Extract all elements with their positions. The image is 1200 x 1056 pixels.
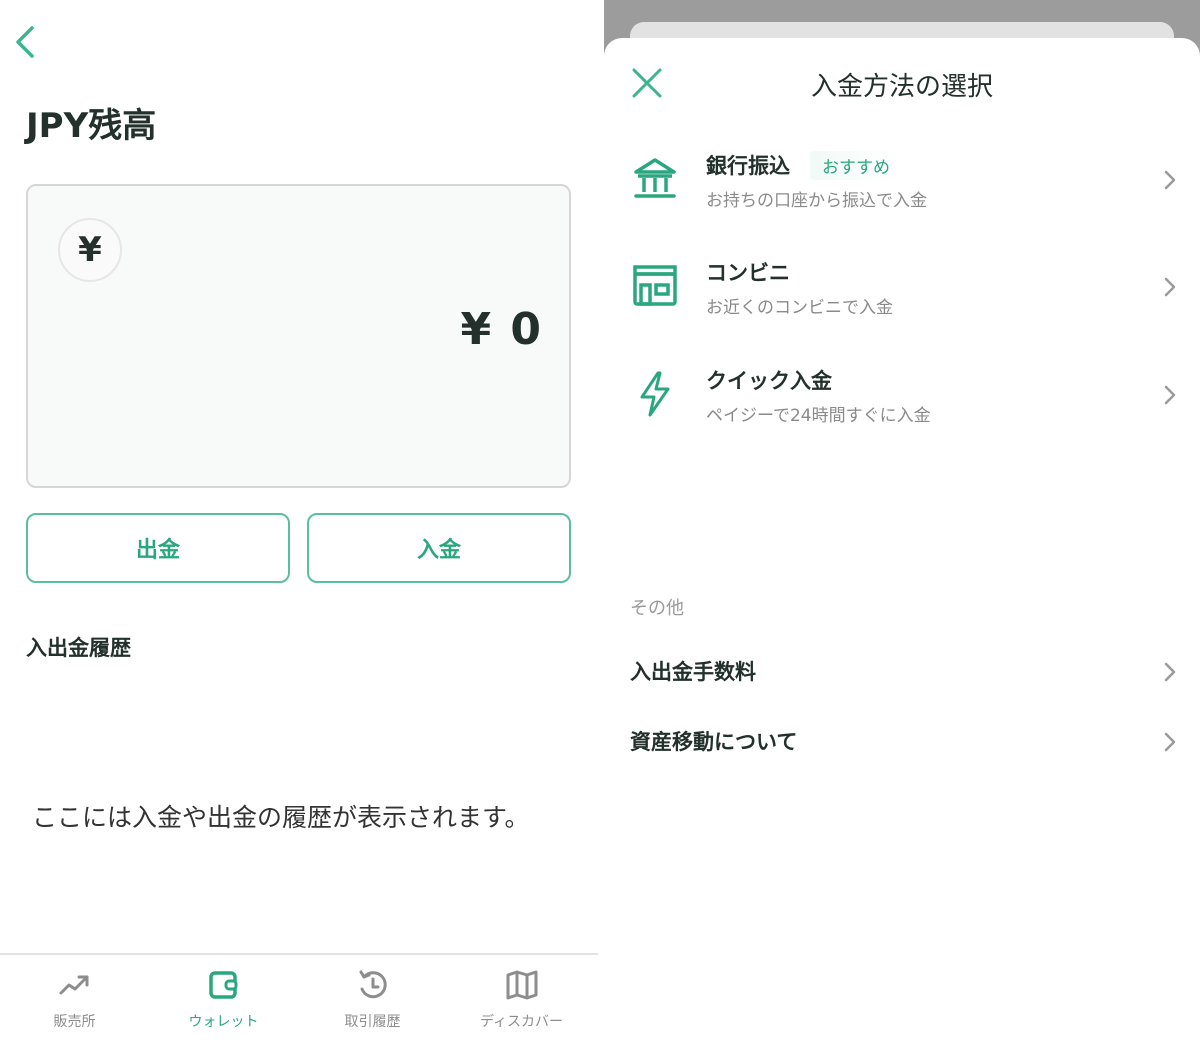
deposit-button[interactable]: 入金 xyxy=(307,513,571,583)
chevron-right-icon xyxy=(1164,662,1176,682)
method-name: 銀行振込 xyxy=(706,154,790,178)
link-asset-transfer[interactable]: 資産移動について xyxy=(604,716,1200,766)
history-icon xyxy=(359,970,387,999)
chevron-left-icon xyxy=(16,26,34,58)
chevron-right-icon xyxy=(1164,732,1176,752)
method-quick-deposit[interactable]: クイック入金 ペイジーで24時間すぐに入金 xyxy=(604,353,1200,439)
method-name: クイック入金 xyxy=(706,369,832,393)
tab-wallet[interactable]: ウォレット xyxy=(149,955,298,1056)
link-label: 資産移動について xyxy=(630,730,798,754)
page-title: JPY残高 xyxy=(26,106,157,146)
bottom-tabbar: 販売所 ウォレット 取引履歴 ディスカバー xyxy=(0,955,598,1056)
deposit-method-sheet: 入金方法の選択 銀行振込 おすすめ お持ちの口座から振込で入金 コンビニ お近くの… xyxy=(604,38,1200,1056)
other-section-label: その他 xyxy=(630,598,684,619)
tab-label: ウォレット xyxy=(188,1014,259,1030)
wallet-screen: JPY残高 ¥ ¥ 0 出金 入金 入出金履歴 ここには入金や出金の履歴が表示さ… xyxy=(0,0,598,1056)
tab-history[interactable]: 取引履歴 xyxy=(298,955,447,1056)
bank-icon xyxy=(634,158,676,198)
yen-coin-icon: ¥ xyxy=(58,218,122,282)
tab-label: 取引履歴 xyxy=(344,1014,401,1030)
lightning-icon xyxy=(640,371,670,417)
balance-amount: ¥ 0 xyxy=(460,304,543,355)
method-name: コンビニ xyxy=(706,261,790,285)
link-label: 入出金手数料 xyxy=(630,660,756,684)
tab-label: 販売所 xyxy=(53,1014,96,1030)
method-description: お持ちの口座から振込で入金 xyxy=(706,191,927,211)
method-description: ペイジーで24時間すぐに入金 xyxy=(706,406,931,426)
map-icon xyxy=(506,970,537,1000)
chevron-right-icon xyxy=(1164,385,1176,405)
deposit-method-screen: 入金方法の選択 銀行振込 おすすめ お持ちの口座から振込で入金 コンビニ お近くの… xyxy=(604,0,1200,1056)
history-title: 入出金履歴 xyxy=(26,636,131,660)
coin-symbol: ¥ xyxy=(78,230,102,270)
sheet-title: 入金方法の選択 xyxy=(810,72,993,102)
tab-label: ディスカバー xyxy=(479,1014,564,1030)
wallet-icon xyxy=(208,971,237,999)
recommended-badge: おすすめ xyxy=(810,151,902,180)
history-empty-message: ここには入金や出金の履歴が表示されます。 xyxy=(32,803,530,832)
method-convenience-store[interactable]: コンビニ お近くのコンビニで入金 xyxy=(604,245,1200,331)
tab-sales[interactable]: 販売所 xyxy=(0,955,149,1056)
trending-up-icon xyxy=(59,975,88,995)
store-icon xyxy=(633,265,677,306)
chevron-right-icon xyxy=(1164,170,1176,190)
balance-card: ¥ ¥ 0 xyxy=(26,184,571,488)
method-description: お近くのコンビニで入金 xyxy=(706,298,893,318)
back-button[interactable] xyxy=(12,24,42,60)
method-bank-transfer[interactable]: 銀行振込 おすすめ お持ちの口座から振込で入金 xyxy=(604,138,1200,224)
tab-discover[interactable]: ディスカバー xyxy=(447,955,596,1056)
withdraw-button[interactable]: 出金 xyxy=(26,513,290,583)
chevron-right-icon xyxy=(1164,277,1176,297)
link-fees[interactable]: 入出金手数料 xyxy=(604,646,1200,696)
